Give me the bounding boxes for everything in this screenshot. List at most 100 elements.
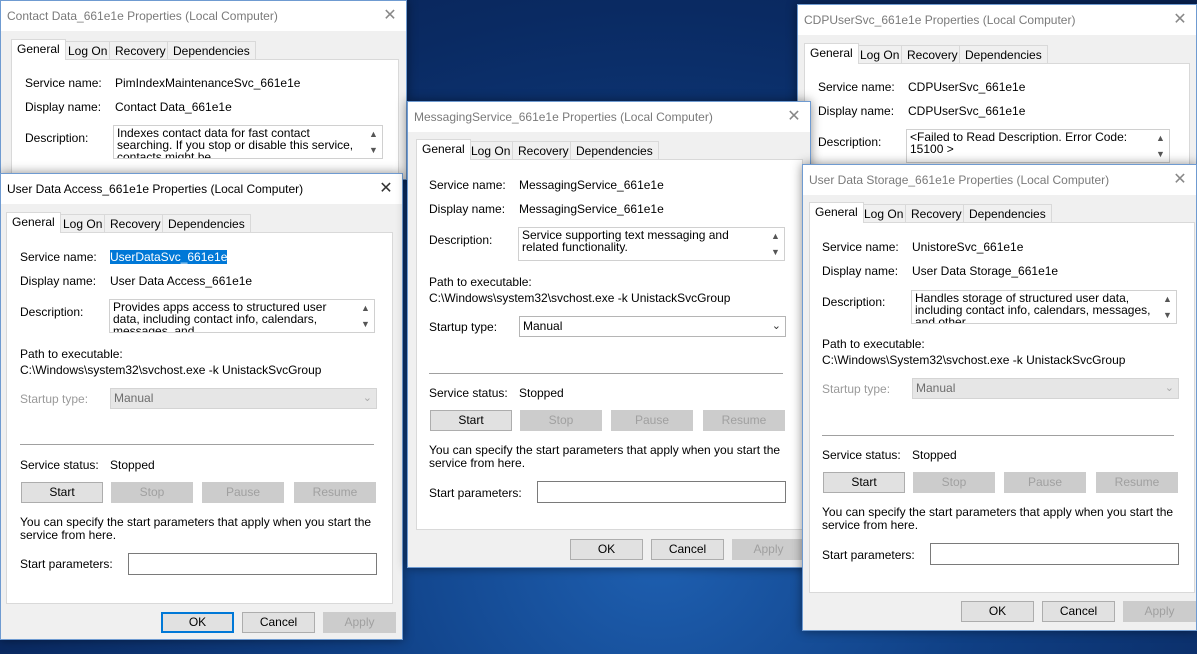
tab-dependencies[interactable]: Dependencies — [162, 214, 251, 233]
title-bar[interactable]: User Data Access_661e1e Properties (Loca… — [1, 174, 402, 204]
resume-button[interactable]: Resume — [294, 482, 376, 503]
display-name-value[interactable]: User Data Storage_661e1e — [912, 264, 1058, 278]
ok-button[interactable]: OK — [570, 539, 643, 560]
description-box[interactable]: Handles storage of structured user data,… — [911, 290, 1177, 324]
close-icon[interactable]: ✕ — [370, 174, 402, 204]
startup-type-select[interactable]: Manual ⌄ — [110, 388, 377, 409]
scroll-up-icon[interactable]: ▲ — [767, 230, 784, 242]
description-text: Service supporting text messaging and re… — [522, 228, 729, 254]
stop-button[interactable]: Stop — [520, 410, 602, 431]
service-name-value[interactable]: UserDataSvc_661e1e — [110, 250, 228, 264]
title-bar[interactable]: Contact Data_661e1e Properties (Local Co… — [1, 1, 406, 31]
tab-dependencies[interactable]: Dependencies — [167, 41, 256, 60]
pause-button[interactable]: Pause — [202, 482, 284, 503]
start-params-input[interactable] — [537, 481, 786, 503]
scroll-down-icon[interactable]: ▼ — [767, 246, 784, 258]
service-name-value[interactable]: CDPUserSvc_661e1e — [908, 80, 1025, 94]
description-box[interactable]: Indexes contact data for fast contact se… — [113, 125, 383, 159]
close-icon[interactable]: ✕ — [1164, 5, 1196, 35]
service-name-value[interactable]: UnistoreSvc_661e1e — [912, 240, 1023, 254]
startup-type-select[interactable]: Manual ⌄ — [912, 378, 1179, 399]
ok-button[interactable]: OK — [961, 601, 1034, 622]
start-button[interactable]: Start — [823, 472, 905, 493]
chevron-down-icon: ⌄ — [771, 320, 781, 332]
tab-general[interactable]: General — [416, 139, 471, 160]
tab-dependencies[interactable]: Dependencies — [963, 204, 1052, 223]
separator — [429, 373, 783, 374]
window-title: User Data Storage_661e1e Properties (Loc… — [809, 173, 1110, 187]
display-name-value[interactable]: Contact Data_661e1e — [115, 100, 232, 114]
ok-button[interactable]: OK — [161, 612, 234, 633]
path-value: C:\Windows\system32\svchost.exe -k Unist… — [429, 291, 731, 305]
resume-button[interactable]: Resume — [1096, 472, 1178, 493]
tab-dependencies[interactable]: Dependencies — [959, 45, 1048, 64]
close-icon[interactable]: ✕ — [374, 1, 406, 31]
start-params-input[interactable] — [128, 553, 377, 575]
close-icon[interactable]: ✕ — [778, 102, 810, 132]
chevron-down-icon: ⌄ — [1164, 382, 1174, 394]
description-box[interactable]: Provides apps access to structured user … — [109, 299, 375, 333]
tab-general[interactable]: General — [809, 202, 864, 223]
tab-log-on[interactable]: Log On — [465, 141, 517, 160]
path-value: C:\Windows\System32\svchost.exe -k Unist… — [822, 353, 1126, 367]
description-scrollbar[interactable]: ▲ ▼ — [1159, 291, 1176, 323]
tab-dependencies[interactable]: Dependencies — [570, 141, 659, 160]
apply-button[interactable]: Apply — [323, 612, 396, 633]
description-box[interactable]: <Failed to Read Description. Error Code:… — [906, 129, 1170, 163]
description-scrollbar[interactable]: ▲ ▼ — [767, 228, 784, 260]
tab-general[interactable]: General — [11, 39, 66, 60]
service-name-value[interactable]: MessagingService_661e1e — [519, 178, 664, 192]
display-name-value[interactable]: MessagingService_661e1e — [519, 202, 664, 216]
apply-button[interactable]: Apply — [732, 539, 805, 560]
title-bar[interactable]: CDPUserSvc_661e1e Properties (Local Comp… — [798, 5, 1196, 35]
tab-recovery[interactable]: Recovery — [901, 45, 964, 64]
scroll-up-icon[interactable]: ▲ — [357, 302, 374, 314]
tab-log-on[interactable]: Log On — [57, 214, 109, 233]
tab-recovery[interactable]: Recovery — [104, 214, 167, 233]
description-box[interactable]: Service supporting text messaging and re… — [518, 227, 785, 261]
display-name-label: Display name: — [25, 100, 102, 114]
description-label: Description: — [25, 131, 89, 145]
service-status-value: Stopped — [912, 448, 957, 462]
tab-log-on[interactable]: Log On — [858, 204, 910, 223]
resume-button[interactable]: Resume — [703, 410, 785, 431]
tab-recovery[interactable]: Recovery — [109, 41, 172, 60]
start-button[interactable]: Start — [430, 410, 512, 431]
display-name-value[interactable]: User Data Access_661e1e — [110, 274, 252, 288]
service-status-value: Stopped — [519, 386, 564, 400]
cancel-button[interactable]: Cancel — [651, 539, 724, 560]
chevron-down-icon: ⌄ — [362, 392, 372, 404]
pause-button[interactable]: Pause — [1004, 472, 1086, 493]
display-name-value[interactable]: CDPUserSvc_661e1e — [908, 104, 1025, 118]
close-icon[interactable]: ✕ — [1164, 165, 1196, 195]
scroll-up-icon[interactable]: ▲ — [1152, 132, 1169, 144]
tab-recovery[interactable]: Recovery — [905, 204, 968, 223]
tab-log-on[interactable]: Log On — [62, 41, 114, 60]
pause-button[interactable]: Pause — [611, 410, 693, 431]
scroll-up-icon[interactable]: ▲ — [1159, 293, 1176, 305]
scroll-down-icon[interactable]: ▼ — [357, 318, 374, 330]
tab-general[interactable]: General — [804, 43, 859, 64]
cancel-button[interactable]: Cancel — [242, 612, 315, 633]
service-name-label: Service name: — [818, 80, 895, 94]
title-bar[interactable]: MessagingService_661e1e Properties (Loca… — [408, 102, 810, 132]
description-scrollbar[interactable]: ▲ ▼ — [1152, 130, 1169, 162]
apply-button[interactable]: Apply — [1123, 601, 1196, 622]
scroll-down-icon[interactable]: ▼ — [1159, 309, 1176, 321]
stop-button[interactable]: Stop — [111, 482, 193, 503]
cancel-button[interactable]: Cancel — [1042, 601, 1115, 622]
tab-recovery[interactable]: Recovery — [512, 141, 575, 160]
tab-general[interactable]: General — [6, 212, 61, 233]
service-name-value[interactable]: PimIndexMaintenanceSvc_661e1e — [115, 76, 300, 90]
description-scrollbar[interactable]: ▲ ▼ — [365, 126, 382, 158]
startup-type-select[interactable]: Manual ⌄ — [519, 316, 786, 337]
scroll-down-icon[interactable]: ▼ — [1152, 148, 1169, 160]
start-params-input[interactable] — [930, 543, 1179, 565]
start-button[interactable]: Start — [21, 482, 103, 503]
title-bar[interactable]: User Data Storage_661e1e Properties (Loc… — [803, 165, 1196, 195]
scroll-up-icon[interactable]: ▲ — [365, 128, 382, 140]
tab-log-on[interactable]: Log On — [854, 45, 906, 64]
scroll-down-icon[interactable]: ▼ — [365, 144, 382, 156]
description-scrollbar[interactable]: ▲ ▼ — [357, 300, 374, 332]
stop-button[interactable]: Stop — [913, 472, 995, 493]
